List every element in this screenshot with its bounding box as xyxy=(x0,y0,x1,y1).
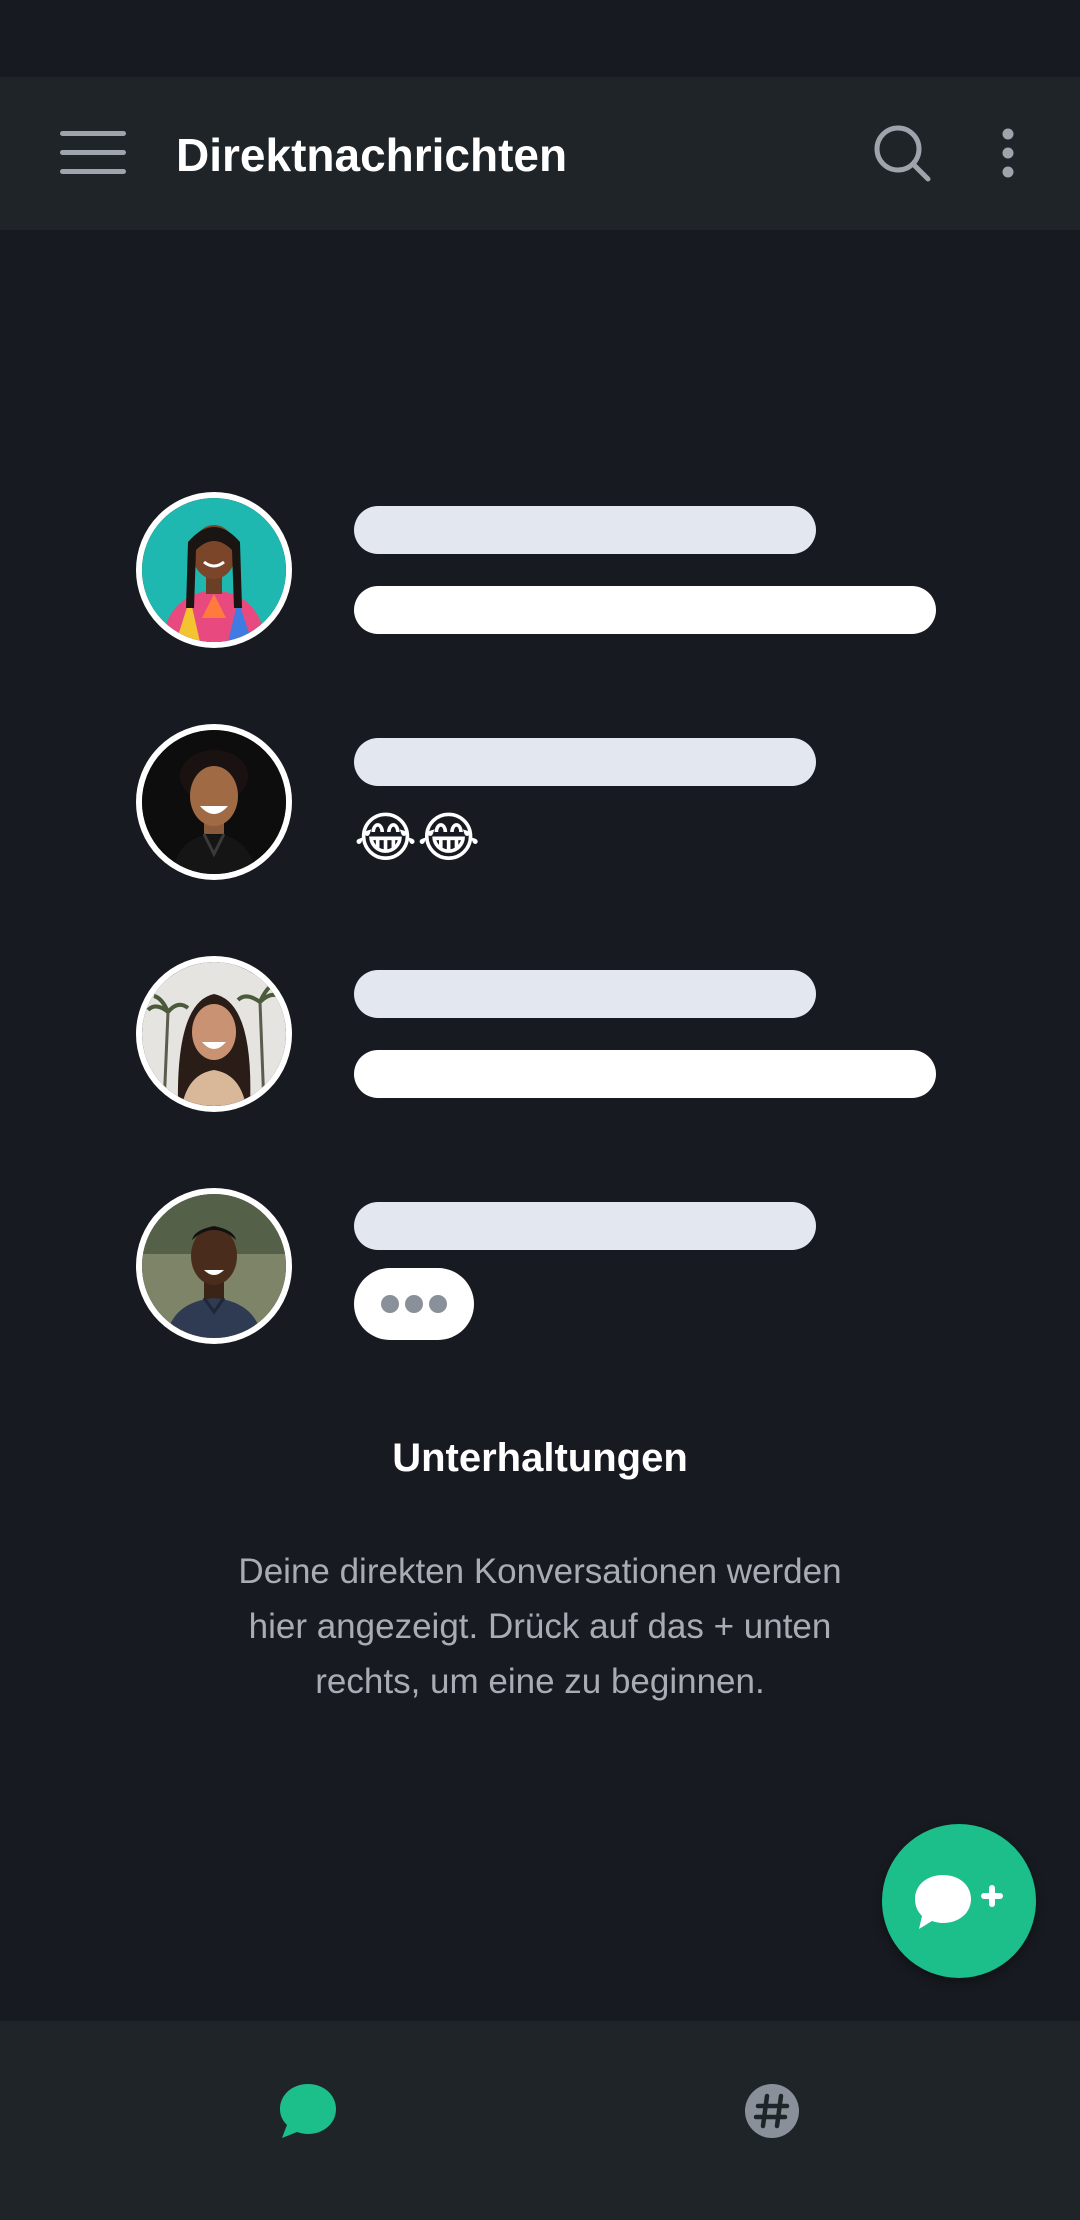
hashtag-icon xyxy=(745,2084,799,2138)
empty-state-title: Unterhaltungen xyxy=(392,1436,688,1480)
man-portrait-avatar xyxy=(136,1188,292,1344)
new-chat-plus-icon xyxy=(915,1875,1003,1929)
empty-state-illustration: 😂😂 xyxy=(0,0,1080,1400)
placeholder-name-bar xyxy=(354,738,816,786)
nav-direct-messages[interactable] xyxy=(208,2061,408,2161)
man-smiling-avatar xyxy=(136,724,292,880)
placeholder-name-bar xyxy=(354,1202,816,1250)
list-item xyxy=(136,492,936,648)
typing-dot xyxy=(405,1295,423,1313)
placeholder-message-bar xyxy=(354,586,936,634)
placeholder-name-bar xyxy=(354,506,816,554)
list-item xyxy=(136,1188,936,1344)
chat-bubble-icon xyxy=(280,2084,336,2138)
empty-state-description: Deine direkten Konversationen werden hie… xyxy=(238,1552,842,1701)
laughing-emoji-message: 😂😂 xyxy=(354,806,481,869)
woman-colorful-dress-avatar xyxy=(136,492,292,648)
list-item xyxy=(136,956,936,1112)
list-item: 😂😂 xyxy=(136,724,936,880)
placeholder-message-bar xyxy=(354,1050,936,1098)
typing-dot xyxy=(381,1295,399,1313)
typing-indicator xyxy=(354,1268,474,1340)
nav-channels[interactable] xyxy=(672,2061,872,2161)
typing-dot xyxy=(429,1295,447,1313)
bottom-navigation xyxy=(0,2021,1080,2220)
placeholder-name-bar xyxy=(354,970,816,1018)
new-conversation-button[interactable] xyxy=(882,1824,1036,1978)
woman-laughing-palms-avatar xyxy=(136,956,292,1112)
